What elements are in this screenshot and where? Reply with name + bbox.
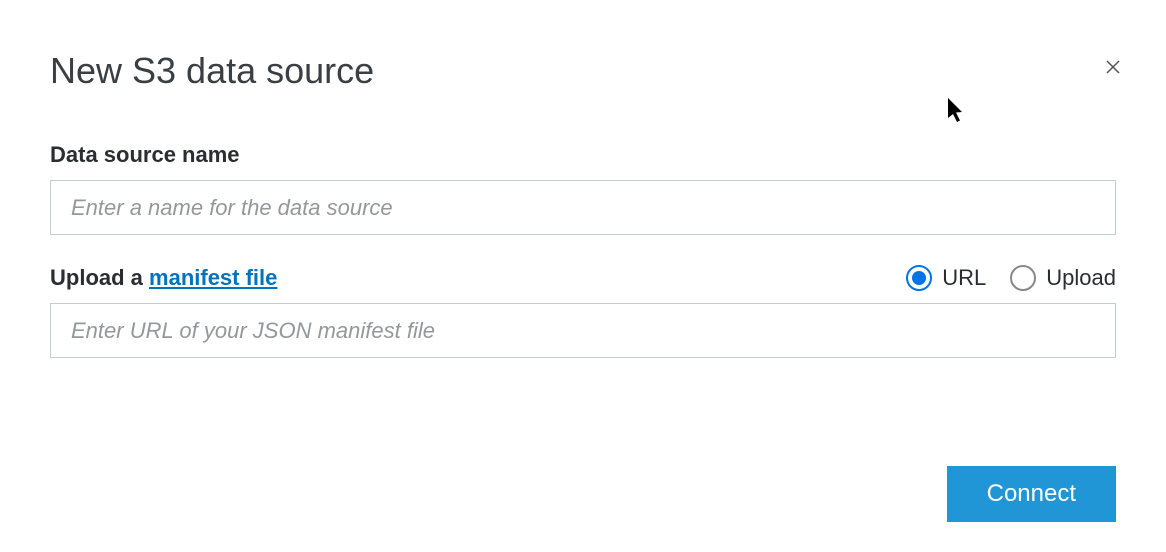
manifest-url-input[interactable]: [50, 303, 1116, 358]
close-button[interactable]: [1100, 54, 1126, 83]
manifest-source-radio-group: URL Upload: [906, 265, 1116, 291]
radio-option-upload[interactable]: Upload: [1010, 265, 1116, 291]
cursor-icon: [948, 98, 968, 124]
data-source-name-input[interactable]: [50, 180, 1116, 235]
connect-button[interactable]: Connect: [947, 466, 1116, 522]
radio-label-upload: Upload: [1046, 265, 1116, 291]
radio-icon: [1010, 265, 1036, 291]
close-icon: [1104, 58, 1122, 76]
radio-label-url: URL: [942, 265, 986, 291]
radio-icon: [906, 265, 932, 291]
upload-manifest-label: Upload a manifest file: [50, 265, 277, 291]
dialog-title: New S3 data source: [50, 50, 374, 92]
manifest-file-link[interactable]: manifest file: [149, 265, 277, 290]
radio-option-url[interactable]: URL: [906, 265, 986, 291]
upload-label-prefix: Upload a: [50, 265, 149, 290]
data-source-name-label: Data source name: [50, 142, 1116, 168]
